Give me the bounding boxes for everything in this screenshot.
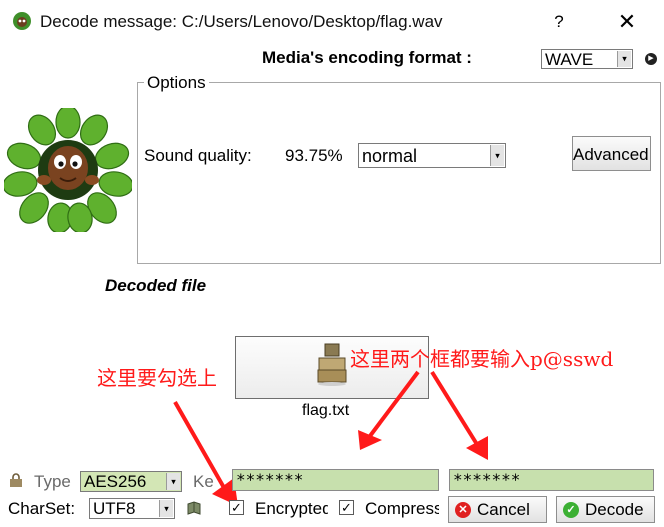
annotation-password: 这里两个框都要输入p@sswd [350,347,614,371]
sound-quality-value: 93.75% [285,146,343,165]
chevron-down-icon: ▾ [159,500,173,517]
decoded-file-title: Decoded file [105,276,207,295]
decode-button[interactable]: ✓ Decode [556,496,655,523]
compress-label: Compress [365,499,439,518]
title-bar: Decode message: C:/Users/Lenovo/Desktop/… [0,0,664,44]
cancel-button[interactable]: ✕ Cancel [448,496,547,523]
decode-button-label: Decode [585,500,644,519]
encryption-type-select[interactable]: AES256 ▾ [80,471,182,492]
options-legend: Options [144,73,209,93]
lock-icon [10,473,22,487]
play-icon[interactable]: ▶ [645,53,657,65]
password-confirm-field[interactable]: ******* [449,469,654,491]
check-icon: ✓ [563,502,579,518]
charset-select[interactable]: UTF8 ▾ [89,498,175,519]
cancel-icon: ✕ [455,502,471,518]
charset-value: UTF8 [93,499,136,518]
book-icon[interactable] [186,501,202,515]
quality-select[interactable]: normal ▾ [358,143,506,168]
encoding-format-label: Media's encoding format : [262,48,472,67]
options-group [137,82,661,264]
chevron-down-icon: ▾ [617,51,631,67]
window-title: Decode message: C:/Users/Lenovo/Desktop/… [40,12,443,31]
decoded-file-name: flag.txt [302,402,350,419]
encrypted-checkbox[interactable]: ✓ [229,500,244,515]
app-icon [13,12,31,30]
chevron-down-icon: ▾ [166,473,180,490]
sound-quality-label: Sound quality: [144,146,252,165]
annotation-check: 这里要勾选上 [97,366,217,390]
encryption-type-value: AES256 [84,472,147,491]
charset-label: CharSet: [8,499,76,518]
encoding-format-value: WAVE [545,50,594,69]
leaf-mascot-image [4,108,132,232]
quality-select-value: normal [362,146,418,166]
encrypted-label: Encrypted [255,499,328,518]
file-box-icon [317,343,347,386]
help-button[interactable]: ? [548,8,570,36]
key-label: Ke [193,472,214,491]
type-label: Type [34,472,71,491]
password-field[interactable]: ******* [232,469,439,491]
advanced-button[interactable]: Advanced [572,136,651,171]
close-button[interactable]: ✕ [612,8,642,36]
encoding-format-select[interactable]: WAVE ▾ [541,49,633,69]
chevron-down-icon: ▾ [490,145,504,166]
compress-checkbox[interactable]: ✓ [339,500,354,515]
cancel-button-label: Cancel [477,500,530,519]
